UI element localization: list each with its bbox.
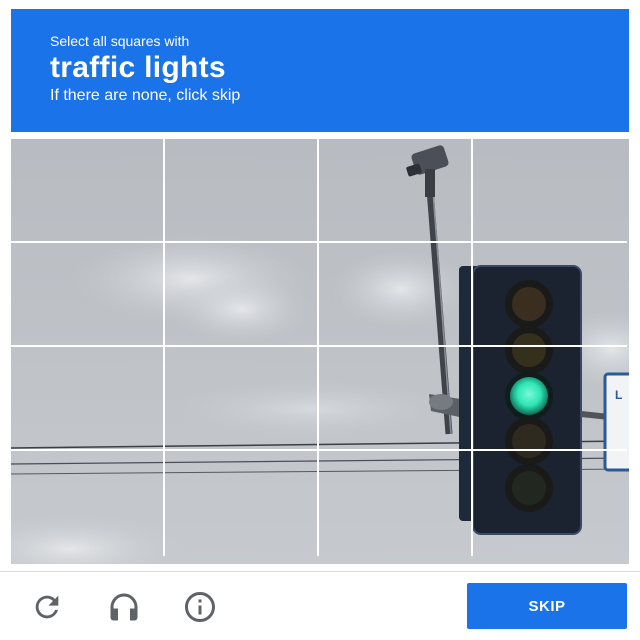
grid-tile[interactable] <box>473 139 627 243</box>
challenge-instruction: Select all squares with <box>50 33 190 49</box>
info-icon[interactable] <box>182 589 218 625</box>
grid-tile[interactable] <box>319 139 473 243</box>
tile-grid <box>11 139 629 564</box>
grid-tile[interactable] <box>11 139 165 243</box>
grid-tile[interactable] <box>473 243 627 347</box>
challenge-target: traffic lights <box>50 51 226 84</box>
grid-tile[interactable] <box>11 243 165 347</box>
grid-tile[interactable] <box>165 347 319 451</box>
challenge-footer: SKIP <box>0 572 640 640</box>
grid-tile[interactable] <box>11 347 165 451</box>
grid-tile[interactable] <box>165 451 319 556</box>
image-grid: L <box>11 139 629 564</box>
reload-icon[interactable] <box>29 589 65 625</box>
challenge-hint: If there are none, click skip <box>50 87 241 104</box>
captcha-challenge: Select all squares with traffic lights I… <box>0 0 640 640</box>
grid-tile[interactable] <box>165 243 319 347</box>
grid-tile[interactable] <box>473 347 627 451</box>
grid-tile[interactable] <box>319 347 473 451</box>
grid-tile[interactable] <box>473 451 627 556</box>
grid-tile[interactable] <box>165 139 319 243</box>
challenge-header: Select all squares with traffic lights I… <box>11 9 629 132</box>
skip-button[interactable]: SKIP <box>467 583 627 629</box>
audio-headphones-icon[interactable] <box>106 589 142 625</box>
grid-tile[interactable] <box>11 451 165 556</box>
grid-tile[interactable] <box>319 451 473 556</box>
grid-tile[interactable] <box>319 243 473 347</box>
